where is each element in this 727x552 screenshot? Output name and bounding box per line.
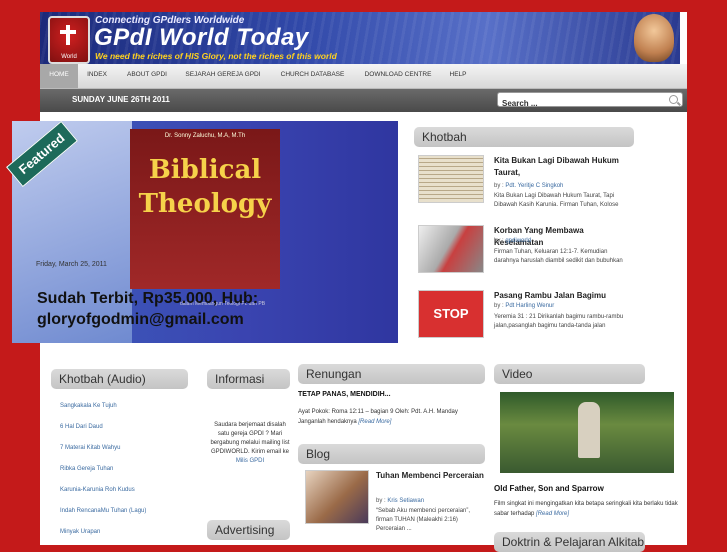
cross-icon <box>66 25 70 45</box>
featured-headline-line-1: Sudah Terbit, Rp35.000, Hub: <box>37 290 259 307</box>
nav-help[interactable]: HELP <box>439 64 477 88</box>
khotbah-author[interactable]: Pdt Harling Wenur <box>505 303 554 309</box>
header-tagline-bottom: We need the riches of HIS Glory, not the… <box>95 51 337 61</box>
khotbah-excerpt: Firman Tuhan, Keluaran 12:1-7. Kemudian … <box>494 249 623 264</box>
blog-meta: by : Kris Setiawan <box>376 498 424 504</box>
search-box[interactable] <box>497 92 683 110</box>
featured-headline-line-2: gloryofgodmin@gmail.com <box>37 311 244 328</box>
book-title-line-2: Theology <box>138 189 272 219</box>
read-more-link[interactable]: [Read More] <box>358 419 391 425</box>
khotbah-author[interactable]: Pdt. Yeritje C Singkoh <box>505 183 563 189</box>
audio-link[interactable]: Ribka Gereja Tuhan <box>60 466 113 472</box>
audio-link[interactable]: Indah RencanaMu Tuhan (Lagu) <box>60 508 146 514</box>
site-header: World Connecting GPdIers Worldwide GPdI … <box>40 12 680 64</box>
featured-date: Friday, March 25, 2011 <box>36 261 107 268</box>
khotbah-item: Kita Bukan Lagi Dibawah Hukum Taurat, by… <box>418 155 634 215</box>
khotbah-item: STOP Pasang Rambu Jalan Bagimu by : Pdt … <box>418 290 634 350</box>
cross-bar <box>60 30 76 34</box>
video-scene <box>578 402 600 458</box>
audio-panel: Khotbah (Audio) Sangkakala Ke Tujuh 6 Ha… <box>6 357 188 545</box>
khotbah-excerpt: Kita Bukan Lagi Dibawah Hukum Taurat, Ta… <box>494 193 619 208</box>
renungan-panel: Renungan TETAP PANAS, MENDIDIH... Ayat P… <box>257 357 485 427</box>
nav-sejarah[interactable]: SEJARAH GEREJA GPDI <box>178 64 268 88</box>
renungan-body: Ayat Pokok: Roma 12:11 – bagian 9 Oleh: … <box>298 407 478 427</box>
khotbah-title[interactable]: Kita Bukan Lagi Dibawah Hukum Taurat, <box>494 155 634 179</box>
read-more-link[interactable]: [Read More] <box>536 511 569 517</box>
khotbah-item: Korban Yang Membawa Keselamatan by : gpd… <box>418 225 634 285</box>
stop-sign-text: STOP <box>433 306 469 321</box>
audio-link[interactable]: 6 Hal Dari Daud <box>60 424 103 430</box>
nav-home[interactable]: HOME <box>40 64 78 88</box>
nav-index[interactable]: INDEX <box>78 64 116 88</box>
video-title[interactable]: Old Father, Son and Sparrow <box>494 484 604 493</box>
featured-headline[interactable]: Sudah Terbit, Rp35.000, Hub: gloryofgodm… <box>37 288 258 330</box>
blog-author[interactable]: Kris Setiawan <box>387 498 424 504</box>
book-title-line-1: Biblical <box>148 155 262 185</box>
video-panel: Video Old Father, Son and Sparrow Film s… <box>452 357 678 552</box>
doktrin-heading: Doktrin & Pelajaran Alkitab <box>494 532 645 552</box>
khotbah-meta: by : Pdt. Yeritje C Singkoh <box>494 183 563 189</box>
video-excerpt: Film singkat ini mengingatkan kita betap… <box>494 501 678 517</box>
book-title: Biblical Theology <box>130 153 280 221</box>
stop-sign-thumbnail[interactable]: STOP <box>418 290 484 338</box>
site-title[interactable]: GPdI World Today <box>94 24 309 52</box>
date-bar: SUNDAY JUNE 26TH 2011 <box>40 89 687 112</box>
nav-download-centre[interactable]: DOWNLOAD CENTRE <box>357 64 439 88</box>
khotbah-title[interactable]: Pasang Rambu Jalan Bagimu <box>494 290 634 302</box>
khotbah-by-label: by : <box>494 238 504 244</box>
informasi-panel: Informasi Saudara berjemaat disalah satu… <box>158 357 290 545</box>
nav-about-gpdi[interactable]: ABOUT GPDI <box>116 64 178 88</box>
khotbah-thumbnail[interactable] <box>418 225 484 273</box>
book-author: Dr. Sonny Zaluchu, M.A, M.Th <box>164 133 246 139</box>
video-description: Film singkat ini mengingatkan kita betap… <box>494 499 678 519</box>
logo-label: World <box>61 54 77 60</box>
audio-link[interactable]: 7 Materai Kitab Wahyu <box>60 445 120 451</box>
featured-image[interactable]: Dr. Sonny Zaluchu, M.A, M.Th Biblical Th… <box>12 121 398 343</box>
praying-hands-image <box>634 14 674 62</box>
featured-slider[interactable]: Dr. Sonny Zaluchu, M.A, M.Th Biblical Th… <box>6 120 398 343</box>
audio-link[interactable]: Karunia-Karunia Roh Kudus <box>60 487 135 493</box>
main-nav: HOME INDEX ABOUT GPDI SEJARAH GEREJA GPD… <box>40 64 687 89</box>
video-player[interactable] <box>500 392 674 473</box>
nav-church-database[interactable]: CHURCH DATABASE <box>268 64 357 88</box>
search-icon[interactable] <box>669 95 678 104</box>
current-date: SUNDAY JUNE 26TH 2011 <box>72 95 170 104</box>
khotbah-meta: by : gpdiworld <box>494 238 531 244</box>
audio-link[interactable]: Sangkakala Ke Tujuh <box>60 403 117 409</box>
audio-link[interactable]: Minyak Urapan <box>60 529 100 535</box>
khotbah-heading: Khotbah <box>414 127 634 147</box>
blog-by-label: by : <box>376 498 386 504</box>
khotbah-meta: by : Pdt Harling Wenur <box>494 303 554 309</box>
blog-thumbnail[interactable] <box>305 470 369 524</box>
khotbah-panel: Khotbah Kita Bukan Lagi Dibawah Hukum Ta… <box>414 119 634 349</box>
video-heading: Video <box>494 364 645 384</box>
khotbah-title[interactable]: Korban Yang Membawa Keselamatan <box>494 225 634 249</box>
khotbah-by-label: by : <box>494 183 504 189</box>
renungan-title[interactable]: TETAP PANAS, MENDIDIH... <box>298 391 391 398</box>
gpdi-logo[interactable]: World <box>48 16 90 64</box>
khotbah-by-label: by : <box>494 303 504 309</box>
khotbah-excerpt: Yeremia 31 : 21 Dirikanlah bagimu rambu-… <box>494 314 624 329</box>
khotbah-thumbnail[interactable] <box>418 155 484 203</box>
khotbah-author[interactable]: gpdiworld <box>505 238 531 244</box>
blog-panel: Blog Tuhan Membenci Perceraian by : Kris… <box>257 430 485 545</box>
search-input[interactable] <box>498 97 656 110</box>
